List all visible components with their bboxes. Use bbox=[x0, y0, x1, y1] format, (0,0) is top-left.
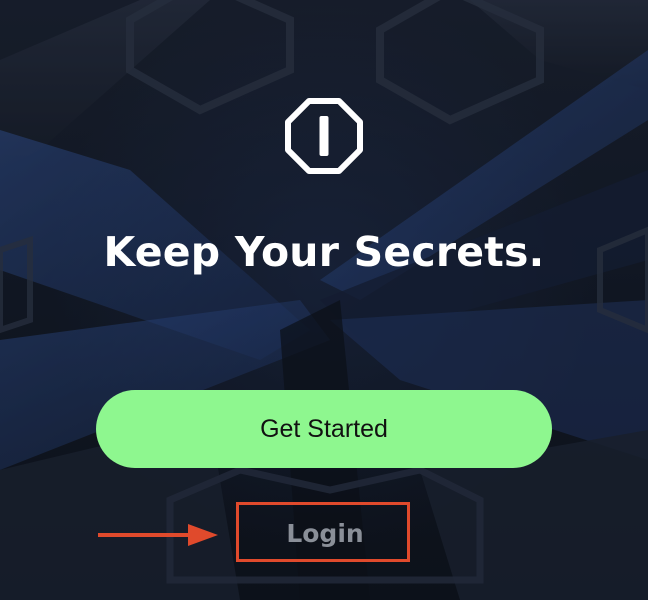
get-started-button[interactable]: Get Started bbox=[96, 390, 552, 468]
page-title: Keep Your Secrets. bbox=[103, 228, 545, 276]
octagon-slash-logo-icon bbox=[285, 98, 363, 174]
welcome-screen: Keep Your Secrets. Get Started Login bbox=[0, 0, 648, 600]
login-button[interactable]: Login bbox=[238, 503, 412, 563]
